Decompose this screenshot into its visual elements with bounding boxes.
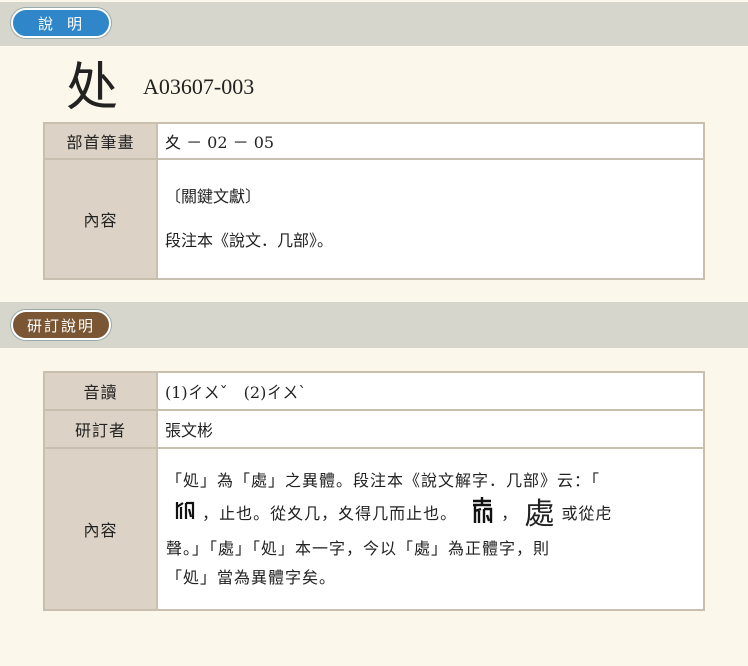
explanation-tab-label: 說明 [37, 14, 96, 33]
reviser-value: 張文彬 [156, 409, 705, 449]
reference-text: 段注本《說文．几部》。 [165, 231, 334, 250]
character-info-table: 部首筆畫 夊 － 02 － 05 內容 〔關鍵文獻〕 段注本《說文．几部》。 [43, 122, 705, 280]
reviser-label: 研訂者 [43, 409, 158, 449]
pronunciation-label: 音讀 [43, 371, 158, 411]
content-label: 內容 [43, 158, 158, 280]
pronunciation-value: (1)ㄔㄨˇ (2)ㄔㄨˋ [156, 371, 705, 411]
radical-strokes-label: 部首筆畫 [43, 122, 158, 160]
headword-character: 处 [66, 58, 119, 118]
seal-script-chu-variant-icon [469, 495, 495, 534]
para-d: 或從虍 [561, 504, 613, 523]
key-references-heading: 〔關鍵文獻〕 [165, 187, 262, 206]
revision-table: 音讀 (1)ㄔㄨˇ (2)ㄔㄨˋ 研訂者 張文彬 內容 「処」為「處」之異體。段… [43, 371, 705, 611]
revision-content-value: 「処」為「處」之異體。段注本《說文解字．几部》云：「 ，止也。從夊几，夊得几而止… [156, 447, 705, 611]
character-code: A03607-003 [143, 74, 255, 99]
revision-header-bar [0, 302, 748, 348]
revision-content-label: 內容 [43, 447, 158, 611]
para-c: ， [501, 504, 519, 523]
para-f: 「処」當為異體字矣。 [166, 568, 337, 587]
content-value: 〔關鍵文獻〕 段注本《說文．几部》。 [156, 158, 705, 280]
section-header-bar [0, 2, 748, 46]
para-a: 「処」為「處」之異體。段注本《說文解字．几部》云：「 [166, 471, 601, 490]
seal-script-chu-icon [174, 499, 196, 530]
chu-glyph-icon: 處 [524, 497, 556, 532]
revision-notes-tab[interactable]: 研訂說明 [11, 310, 111, 340]
explanation-tab[interactable]: 說明 [11, 8, 111, 38]
para-e: 聲。」「處」「処」本一字，今以「處」為正體字，則 [166, 539, 551, 558]
revision-notes-tab-label: 研訂說明 [26, 316, 95, 335]
radical-strokes-value: 夊 － 02 － 05 [156, 122, 705, 160]
para-b: ，止也。從夊几，夊得几而止也。 [202, 504, 458, 523]
